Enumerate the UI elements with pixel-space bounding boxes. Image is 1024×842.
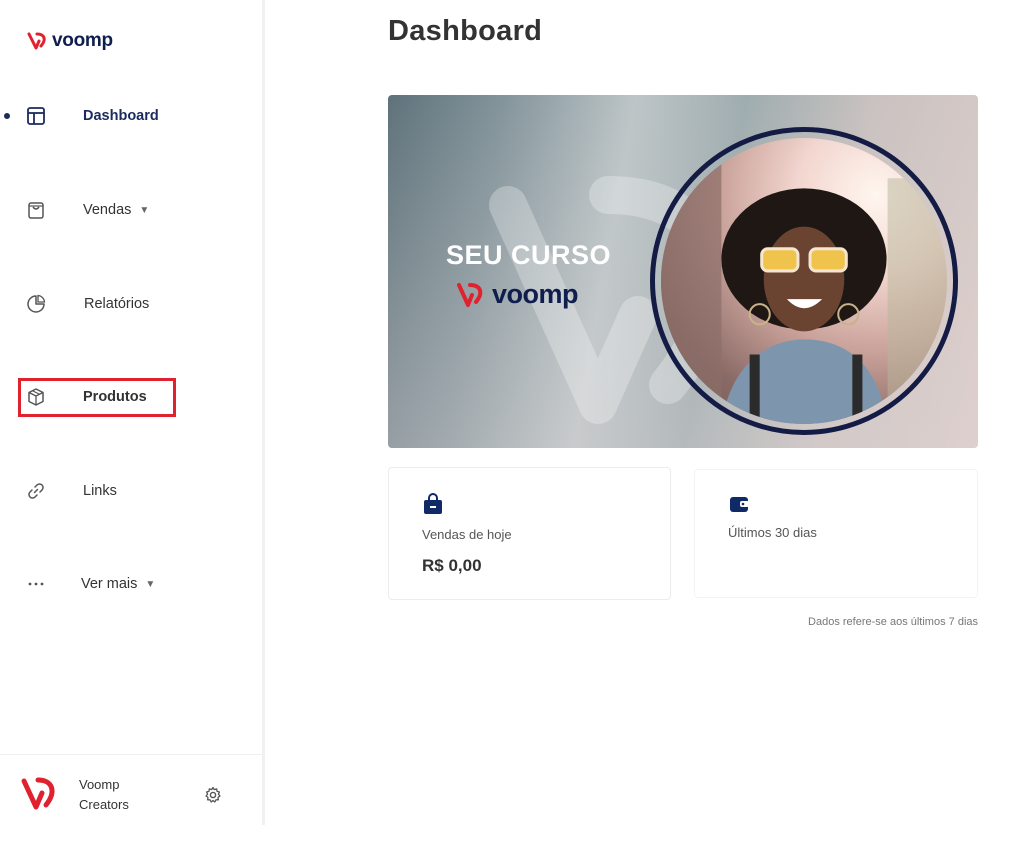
person-photo [661,138,947,424]
sidebar-item-ver-mais[interactable]: Ver mais ▼ [0,564,265,604]
banner-brand: voomp [456,279,579,310]
highlight-box [18,378,176,417]
pie-chart-icon [25,293,47,315]
sidebar-item-vendas[interactable]: Vendas ▼ [0,190,265,230]
shopping-bag-icon [25,199,47,221]
card-value: R$ 0,00 [422,556,482,575]
sidebar-item-label: Relatórios [84,296,150,312]
sidebar-item-label: Ver mais [81,576,138,592]
sidebar-item-label: Dashboard [83,108,159,124]
bag-icon [422,493,444,515]
sidebar-item-label: Vendas [83,202,132,218]
course-banner[interactable]: SEU CURSO voomp [388,95,978,448]
link-icon [25,480,47,502]
voomp-logo-icon [457,282,483,307]
card-ultimos-30-dias: Últimos 30 dias [694,469,978,598]
voomp-logo-icon [27,32,46,50]
sidebar-item-dashboard[interactable]: Dashboard [0,96,265,136]
sidebar-item-label: Links [83,483,117,499]
wallet-icon [728,493,750,515]
card-label: Vendas de hoje [422,527,512,542]
account-name-line2: Creators [79,797,129,812]
voomp-logo[interactable]: voomp [27,30,113,52]
banner-brand-text: voomp [492,279,579,309]
sidebar: voomp Dashboard Vendas ▼ Relatórios Prod… [0,0,265,825]
gear-icon[interactable] [203,785,223,805]
sidebar-footer: Voomp Creators [0,754,265,825]
page-title: Dashboard [388,15,543,47]
caret-down-icon: ▼ [145,578,156,590]
account-name-line1: Voomp [79,777,120,792]
card-label: Últimos 30 dias [728,525,817,540]
layout-icon [25,105,47,127]
person-illustration [661,138,947,424]
logo-text: voomp [52,30,113,51]
banner-headline: SEU CURSO [446,240,612,270]
data-footnote: Dados refere-se aos últimos 7 dias [808,616,978,628]
sidebar-item-relatorios[interactable]: Relatórios [0,284,265,324]
photo-frame [650,127,958,435]
voomp-avatar-icon [20,775,60,818]
account-name: Voomp Creators [79,775,179,815]
caret-down-icon: ▼ [139,204,150,216]
sidebar-item-links[interactable]: Links [0,471,265,511]
card-vendas-hoje: Vendas de hoje R$ 0,00 [388,467,671,600]
more-dots-icon [25,573,47,595]
active-indicator [4,113,10,119]
